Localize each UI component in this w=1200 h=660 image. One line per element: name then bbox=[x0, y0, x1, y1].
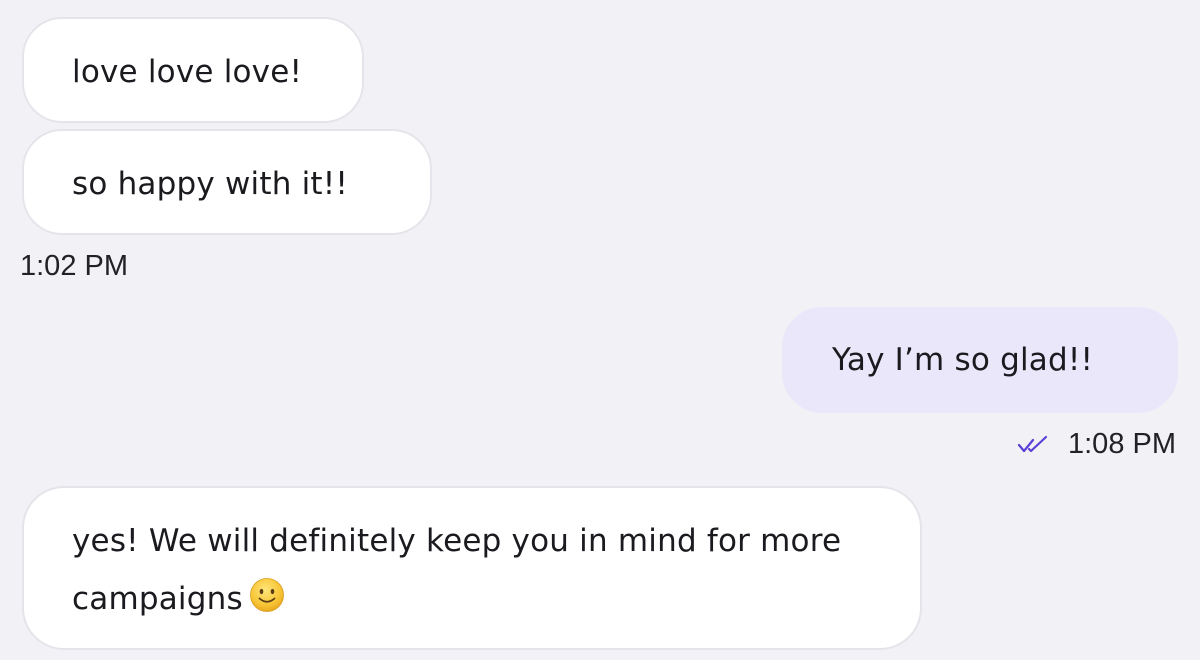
delivery-status: 1:08 PM bbox=[1018, 424, 1176, 464]
incoming-message-bubble[interactable]: love love love! bbox=[22, 17, 364, 123]
message-timestamp: 1:02 PM bbox=[20, 250, 128, 282]
incoming-message-bubble[interactable]: yes! We will definitely keep you in mind… bbox=[22, 486, 922, 650]
message-timestamp: 1:08 PM bbox=[1068, 427, 1176, 460]
message-text: love love love! bbox=[72, 54, 303, 90]
message-text: Yay I’m so glad!! bbox=[832, 342, 1094, 378]
double-check-icon bbox=[1018, 435, 1048, 453]
message-text: so happy with it!! bbox=[72, 166, 349, 202]
slightly-smiling-face-icon bbox=[249, 578, 284, 612]
outgoing-message-bubble[interactable]: Yay I’m so glad!! bbox=[782, 307, 1178, 413]
message-text: yes! We will definitely keep you in mind… bbox=[72, 523, 842, 617]
incoming-message-bubble[interactable]: so happy with it!! bbox=[22, 129, 432, 235]
